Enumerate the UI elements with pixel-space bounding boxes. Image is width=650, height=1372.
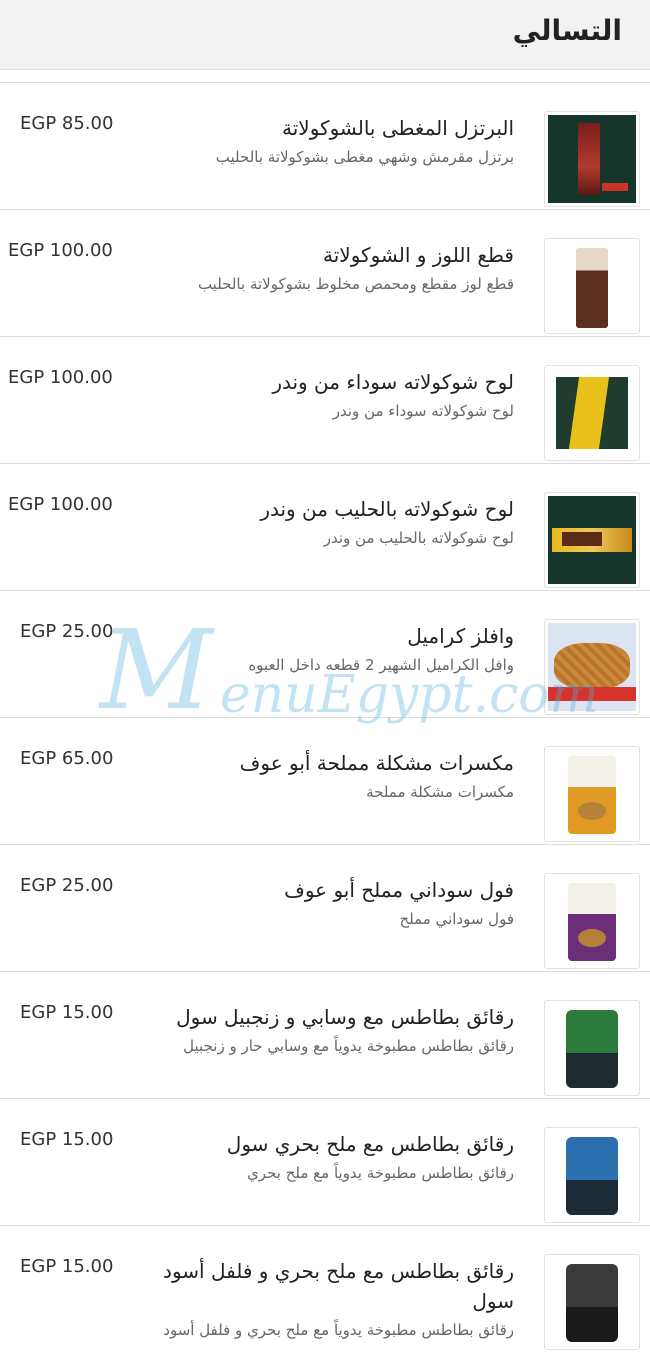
stroopwafel-icon bbox=[548, 623, 636, 711]
item-thumbnail[interactable] bbox=[544, 365, 640, 461]
item-name: البرتزل المغطى بالشوكولاتة bbox=[282, 116, 514, 140]
item-price: EGP 15.00 bbox=[20, 1129, 114, 1150]
item-thumbnail[interactable] bbox=[544, 1127, 640, 1223]
starbucks-pretzel-icon bbox=[548, 115, 636, 203]
item-text: لوح شوكولاته سوداء من وندر لوح شوكولاته … bbox=[134, 367, 514, 423]
item-name: وافلز كراميل bbox=[407, 624, 514, 648]
item-thumbnail[interactable] bbox=[544, 1254, 640, 1350]
section-title: التسالي bbox=[512, 14, 622, 47]
item-thumbnail[interactable] bbox=[544, 619, 640, 715]
wonder-dark-bar-icon bbox=[548, 369, 636, 457]
item-price: EGP 100.00 bbox=[8, 494, 113, 515]
item-name: لوح شوكولاته بالحليب من وندر bbox=[260, 497, 514, 521]
menu-item-list: البرتزل المغطى بالشوكولاتة برتزل مقرمش و… bbox=[0, 82, 650, 1372]
item-price: EGP 15.00 bbox=[20, 1256, 114, 1277]
soul-salt-pepper-chips-icon bbox=[548, 1258, 636, 1346]
menu-item[interactable]: رقائق بطاطس مع وسابي و زنجبيل سول رقائق … bbox=[0, 971, 650, 1098]
item-name: رقائق بطاطس مع ملح بحري و فلفل أسود سول bbox=[163, 1259, 514, 1313]
item-description: لوح شوكولاته سوداء من وندر bbox=[332, 402, 514, 420]
header-spacer bbox=[0, 70, 650, 82]
item-price: EGP 15.00 bbox=[20, 1002, 114, 1023]
item-description: مكسرات مشكلة مملحة bbox=[366, 783, 514, 801]
menu-item[interactable]: لوح شوكولاته سوداء من وندر لوح شوكولاته … bbox=[0, 336, 650, 463]
item-name: لوح شوكولاته سوداء من وندر bbox=[272, 370, 514, 394]
item-description: رقائق بطاطس مطبوخة يدوياً مع وسابي حار و… bbox=[183, 1037, 514, 1055]
item-thumbnail[interactable] bbox=[544, 238, 640, 334]
item-text: رقائق بطاطس مع وسابي و زنجبيل سول رقائق … bbox=[134, 1002, 514, 1058]
item-name: مكسرات مشكلة مملحة أبو عوف bbox=[239, 751, 514, 775]
item-thumbnail[interactable] bbox=[544, 873, 640, 969]
soul-sea-salt-chips-icon bbox=[548, 1131, 636, 1219]
item-text: رقائق بطاطس مع ملح بحري و فلفل أسود سول … bbox=[134, 1256, 514, 1342]
item-name: رقائق بطاطس مع وسابي و زنجبيل سول bbox=[176, 1005, 514, 1029]
item-thumbnail[interactable] bbox=[544, 492, 640, 588]
item-name: رقائق بطاطس مع ملح بحري سول bbox=[226, 1132, 514, 1156]
menu-item[interactable]: لوح شوكولاته بالحليب من وندر لوح شوكولات… bbox=[0, 463, 650, 590]
item-price: EGP 65.00 bbox=[20, 748, 114, 769]
menu-item[interactable]: وافلز كراميل وافل الكراميل الشهير 2 قطعه… bbox=[0, 590, 650, 717]
item-name: قطع اللوز و الشوكولاتة bbox=[323, 243, 514, 267]
item-text: لوح شوكولاته بالحليب من وندر لوح شوكولات… bbox=[134, 494, 514, 550]
item-name: فول سوداني مملح أبو عوف bbox=[284, 878, 514, 902]
menu-item[interactable]: مكسرات مشكلة مملحة أبو عوف مكسرات مشكلة … bbox=[0, 717, 650, 844]
menu-item[interactable]: قطع اللوز و الشوكولاتة قطع لوز مقطع ومحم… bbox=[0, 209, 650, 336]
menu-item[interactable]: رقائق بطاطس مع ملح بحري سول رقائق بطاطس … bbox=[0, 1098, 650, 1225]
almond-chocolate-icon bbox=[548, 242, 636, 330]
section-header: التسالي bbox=[0, 0, 650, 70]
item-description: قطع لوز مقطع ومحمص مخلوط بشوكولاتة بالحل… bbox=[197, 275, 514, 293]
item-thumbnail[interactable] bbox=[544, 746, 640, 842]
item-price: EGP 100.00 bbox=[8, 367, 113, 388]
item-text: وافلز كراميل وافل الكراميل الشهير 2 قطعه… bbox=[134, 621, 514, 677]
item-text: مكسرات مشكلة مملحة أبو عوف مكسرات مشكلة … bbox=[134, 748, 514, 804]
item-description: رقائق بطاطس مطبوخة يدوياً مع ملح بحري bbox=[247, 1164, 514, 1182]
item-description: برتزل مقرمش وشهي مغطى بشوكولاتة بالحليب bbox=[215, 148, 514, 166]
item-text: قطع اللوز و الشوكولاتة قطع لوز مقطع ومحم… bbox=[134, 240, 514, 296]
item-price: EGP 85.00 bbox=[20, 113, 114, 134]
item-thumbnail[interactable] bbox=[544, 111, 640, 207]
item-text: البرتزل المغطى بالشوكولاتة برتزل مقرمش و… bbox=[134, 113, 514, 169]
menu-item[interactable]: البرتزل المغطى بالشوكولاتة برتزل مقرمش و… bbox=[0, 82, 650, 209]
item-description: رقائق بطاطس مطبوخة يدوياً مع ملح بحري و … bbox=[163, 1321, 514, 1339]
item-description: وافل الكراميل الشهير 2 قطعه داخل العبوه bbox=[248, 656, 514, 674]
item-price: EGP 25.00 bbox=[20, 875, 114, 896]
item-text: رقائق بطاطس مع ملح بحري سول رقائق بطاطس … bbox=[134, 1129, 514, 1185]
item-text: فول سوداني مملح أبو عوف فول سوداني مملح bbox=[134, 875, 514, 931]
menu-item[interactable]: رقائق بطاطس مع ملح بحري و فلفل أسود سول … bbox=[0, 1225, 650, 1372]
item-price: EGP 25.00 bbox=[20, 621, 114, 642]
abu-auf-peanuts-icon bbox=[548, 877, 636, 965]
soul-wasabi-chips-icon bbox=[548, 1004, 636, 1092]
abu-auf-mixed-nuts-icon bbox=[548, 750, 636, 838]
item-thumbnail[interactable] bbox=[544, 1000, 640, 1096]
item-price: EGP 100.00 bbox=[8, 240, 113, 261]
item-description: فول سوداني مملح bbox=[399, 910, 514, 928]
menu-item[interactable]: فول سوداني مملح أبو عوف فول سوداني مملح … bbox=[0, 844, 650, 971]
wonder-milk-bar-icon bbox=[548, 496, 636, 584]
item-description: لوح شوكولاته بالحليب من وندر bbox=[323, 529, 514, 547]
